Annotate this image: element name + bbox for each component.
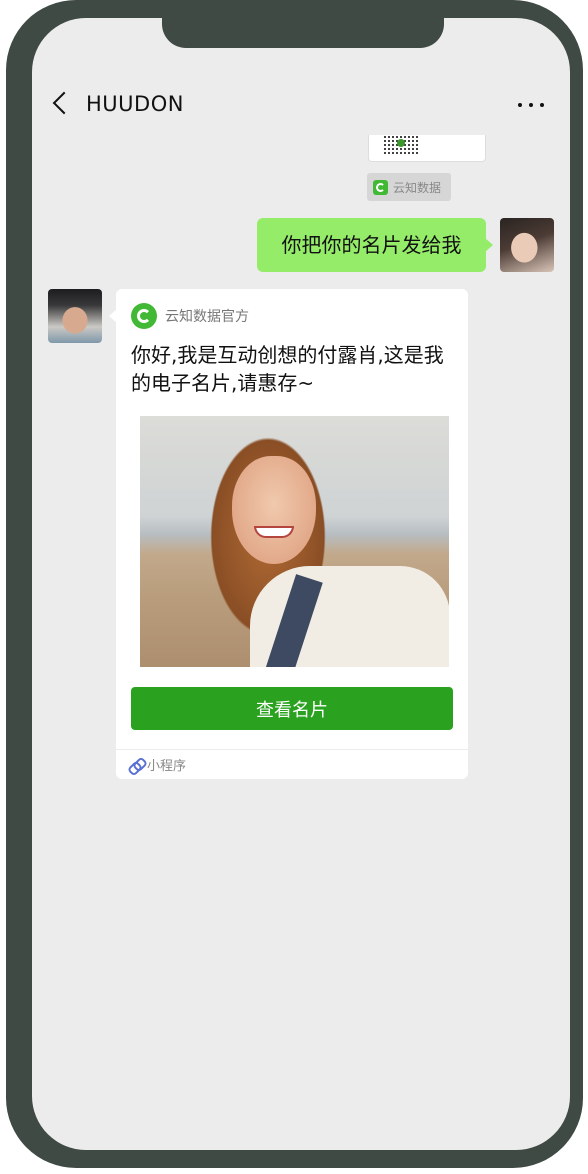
my-avatar[interactable] (500, 218, 554, 272)
view-card-button[interactable]: 查看名片 (131, 687, 453, 730)
photo-face-shape (232, 456, 316, 564)
previous-qr-card[interactable] (368, 135, 486, 162)
qr-code-icon (383, 135, 419, 155)
chevron-left-icon (52, 91, 76, 115)
nav-bar: HUUDON (32, 84, 570, 128)
phone-frame: HUUDON 云知数据 你把你的名片发给我 云知数据官方 你好,我是互动创想的付… (6, 0, 583, 1168)
yunzhi-logo-icon (373, 179, 388, 195)
more-dot-icon (540, 103, 544, 107)
mini-program-label: 小程序 (147, 759, 187, 774)
more-dot-icon (529, 103, 533, 107)
link-icon (130, 759, 142, 771)
card-header: 云知数据官方 (131, 303, 249, 329)
chat-screen: HUUDON 云知数据 你把你的名片发给我 云知数据官方 你好,我是互动创想的付… (32, 18, 570, 1150)
mini-program-card[interactable]: 云知数据官方 你好,我是互动创想的付露肖,这是我的电子名片,请惠存~ 查看名片 … (109, 289, 468, 779)
chat-title: HUUDON (86, 92, 184, 116)
qr-logo-icon (397, 139, 405, 147)
outgoing-message[interactable]: 你把你的名片发给我 (257, 218, 493, 272)
card-message-text: 你好,我是互动创想的付露肖,这是我的电子名片,请惠存~ (131, 343, 444, 395)
card-source-name: 云知数据官方 (165, 309, 249, 325)
contact-avatar[interactable] (48, 289, 102, 343)
card-cover-photo[interactable] (140, 416, 449, 667)
previous-card-source-tag[interactable]: 云知数据 (367, 173, 451, 201)
more-button[interactable] (518, 100, 544, 110)
yunzhi-logo-icon (131, 303, 157, 329)
card-footer: 小程序 (116, 749, 468, 779)
previous-card-source-label: 云知数据 (393, 180, 442, 195)
phone-notch (162, 18, 444, 48)
back-button[interactable] (50, 91, 76, 118)
photo-smile-shape (254, 526, 294, 538)
more-dot-icon (518, 103, 522, 107)
